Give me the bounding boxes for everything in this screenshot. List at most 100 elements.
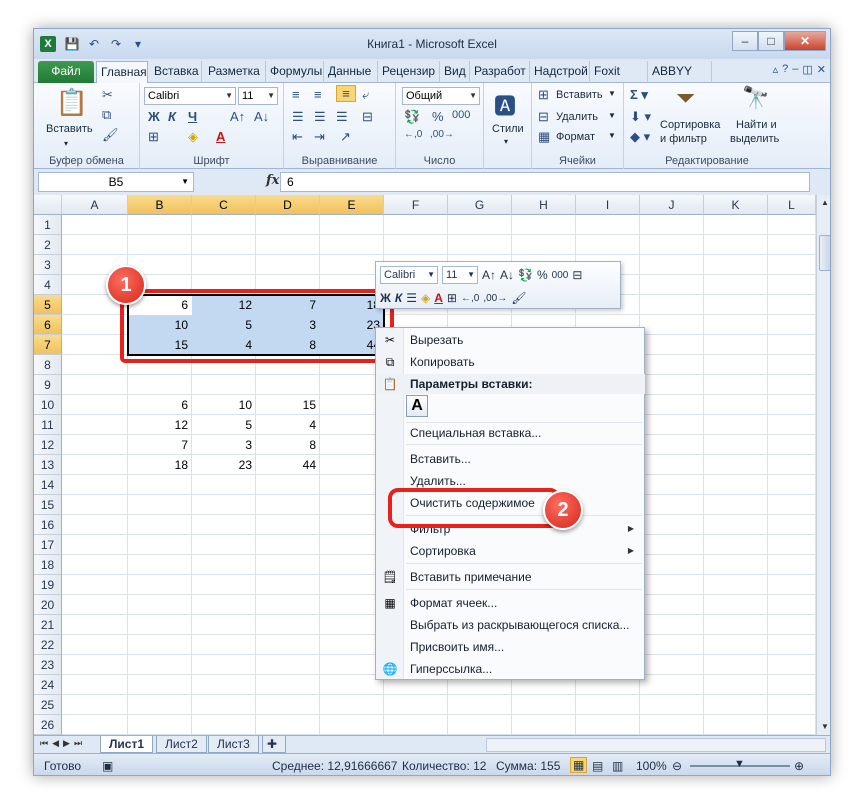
- decrease-font-icon[interactable]: A↓: [254, 109, 269, 124]
- tab-abbyy[interactable]: ABBYY PD: [648, 61, 712, 98]
- increase-decimal-icon[interactable]: ←,0: [404, 129, 422, 140]
- help-icon[interactable]: ?: [782, 63, 788, 76]
- zoom-slider-thumb[interactable]: ▼: [734, 758, 745, 770]
- font-color-icon[interactable]: A: [216, 129, 225, 144]
- menu-define-name[interactable]: Присвоить имя...: [410, 637, 504, 657]
- fill-icon[interactable]: ⬇ ▾: [630, 109, 651, 125]
- format-cells-label[interactable]: Формат: [556, 131, 595, 143]
- sort-filter-label-1[interactable]: Сортировка: [660, 119, 720, 131]
- paste-dropdown-icon[interactable]: ▾: [64, 139, 68, 148]
- align-middle-icon[interactable]: ≡: [314, 87, 322, 102]
- scroll-down-icon[interactable]: ▼: [817, 719, 830, 735]
- clear-icon[interactable]: ◆ ▾: [630, 129, 650, 145]
- autosum-icon[interactable]: Σ ▾: [630, 87, 648, 103]
- sort-filter-label-2[interactable]: и фильтр: [660, 133, 707, 145]
- page-break-view-icon[interactable]: ▥: [612, 759, 623, 773]
- row-header-3[interactable]: 3: [34, 255, 62, 275]
- cell-d10[interactable]: 15: [256, 395, 320, 415]
- sheet-tab-1[interactable]: Лист1: [100, 736, 154, 753]
- column-header-g[interactable]: G: [448, 195, 512, 215]
- format-painter-icon[interactable]: 🖌: [102, 127, 119, 143]
- formula-input[interactable]: 6: [280, 172, 810, 192]
- merge-center-icon[interactable]: ⊟: [362, 109, 373, 125]
- tab-data[interactable]: Данные: [324, 61, 378, 83]
- fill-color-icon[interactable]: ◈: [188, 129, 198, 145]
- cell-b12[interactable]: 7: [128, 435, 192, 455]
- delete-cells-label[interactable]: Удалить: [556, 111, 598, 123]
- menu-hyperlink[interactable]: Гиперссылка...: [410, 659, 492, 679]
- horizontal-scrollbar[interactable]: [486, 738, 826, 752]
- tab-review[interactable]: Рецензир: [378, 61, 440, 83]
- cell-b11[interactable]: 12: [128, 415, 192, 435]
- currency-icon[interactable]: 💱: [518, 268, 533, 282]
- font-name-combo[interactable]: Calibri ▼: [144, 87, 236, 105]
- next-sheet-icon[interactable]: ▶: [63, 738, 70, 749]
- currency-icon[interactable]: 💱: [404, 109, 420, 125]
- workbook-restore-icon[interactable]: ◫: [802, 63, 812, 76]
- row-header-14[interactable]: 14: [34, 475, 62, 495]
- chevron-down-icon[interactable]: ▼: [608, 131, 616, 140]
- merge-center-icon[interactable]: ⊟: [572, 268, 582, 282]
- zoom-out-icon[interactable]: ⊖: [672, 759, 682, 773]
- bold-icon[interactable]: Ж: [380, 291, 391, 305]
- maximize-button[interactable]: □: [758, 31, 784, 51]
- row-header-22[interactable]: 22: [34, 635, 62, 655]
- delete-cells-icon[interactable]: ⊟: [538, 109, 549, 125]
- last-sheet-icon[interactable]: ⏭: [74, 738, 82, 749]
- cell-c10[interactable]: 10: [192, 395, 256, 415]
- first-sheet-icon[interactable]: ⏮: [40, 738, 48, 749]
- bold-icon[interactable]: Ж: [148, 109, 160, 124]
- align-bottom-icon[interactable]: ≡: [336, 85, 356, 102]
- tab-addins[interactable]: Надстрой: [530, 61, 590, 83]
- thousands-icon[interactable]: 000: [452, 109, 470, 121]
- row-header-25[interactable]: 25: [34, 695, 62, 715]
- column-header-f[interactable]: F: [384, 195, 448, 215]
- name-box[interactable]: B5 ▼: [38, 172, 194, 192]
- percent-icon[interactable]: %: [432, 109, 444, 124]
- paste-values-icon[interactable]: A: [406, 395, 428, 417]
- column-header-c[interactable]: C: [192, 195, 256, 215]
- row-header-16[interactable]: 16: [34, 515, 62, 535]
- italic-icon[interactable]: К: [168, 109, 176, 124]
- menu-format-cells[interactable]: Формат ячеек...: [410, 593, 497, 613]
- cell-d12[interactable]: 8: [256, 435, 320, 455]
- zoom-in-icon[interactable]: ⊕: [794, 759, 804, 773]
- row-header-17[interactable]: 17: [34, 535, 62, 555]
- wrap-text-icon[interactable]: ⤶: [362, 87, 369, 103]
- macro-record-icon[interactable]: ▣: [102, 759, 113, 773]
- tab-file[interactable]: Файл: [38, 61, 94, 83]
- ribbon-collapse-icon[interactable]: ▵: [773, 63, 779, 76]
- insert-cells-icon[interactable]: ⊞: [538, 87, 549, 103]
- cell-c13[interactable]: 23: [192, 455, 256, 475]
- tab-page-layout[interactable]: Разметка: [204, 61, 266, 83]
- format-cells-icon[interactable]: ▦: [538, 129, 550, 145]
- cell-d11[interactable]: 4: [256, 415, 320, 435]
- row-header-21[interactable]: 21: [34, 615, 62, 635]
- number-format-combo[interactable]: Общий ▼: [402, 87, 480, 105]
- workbook-minimize-icon[interactable]: –: [792, 63, 798, 76]
- row-header-7[interactable]: 7: [34, 335, 62, 355]
- row-header-11[interactable]: 11: [34, 415, 62, 435]
- mini-font-combo[interactable]: Calibri ▼: [380, 266, 438, 284]
- mini-size-combo[interactable]: 11 ▼: [442, 266, 478, 284]
- align-top-icon[interactable]: ≡: [292, 87, 300, 102]
- menu-cut[interactable]: Вырезать: [410, 330, 463, 350]
- row-header-6[interactable]: 6: [34, 315, 62, 335]
- row-header-2[interactable]: 2: [34, 235, 62, 255]
- tab-foxit-pdf[interactable]: Foxit PDF: [590, 61, 648, 98]
- new-sheet-icon[interactable]: ✚: [262, 736, 286, 753]
- close-button[interactable]: ✕: [784, 31, 826, 51]
- chevron-down-icon[interactable]: ▼: [608, 89, 616, 98]
- percent-icon[interactable]: %: [537, 268, 548, 282]
- cell-d13[interactable]: 44: [256, 455, 320, 475]
- row-header-18[interactable]: 18: [34, 555, 62, 575]
- align-right-icon[interactable]: ☰: [336, 109, 348, 125]
- menu-insert[interactable]: Вставить...: [410, 449, 471, 469]
- column-header-j[interactable]: J: [640, 195, 704, 215]
- page-layout-view-icon[interactable]: ▤: [592, 759, 603, 773]
- menu-sort[interactable]: Сортировка: [410, 541, 476, 561]
- row-header-4[interactable]: 4: [34, 275, 62, 295]
- row-header-15[interactable]: 15: [34, 495, 62, 515]
- styles-button-label[interactable]: Стили: [492, 123, 524, 135]
- sheet-tab-3[interactable]: Лист3: [208, 736, 259, 753]
